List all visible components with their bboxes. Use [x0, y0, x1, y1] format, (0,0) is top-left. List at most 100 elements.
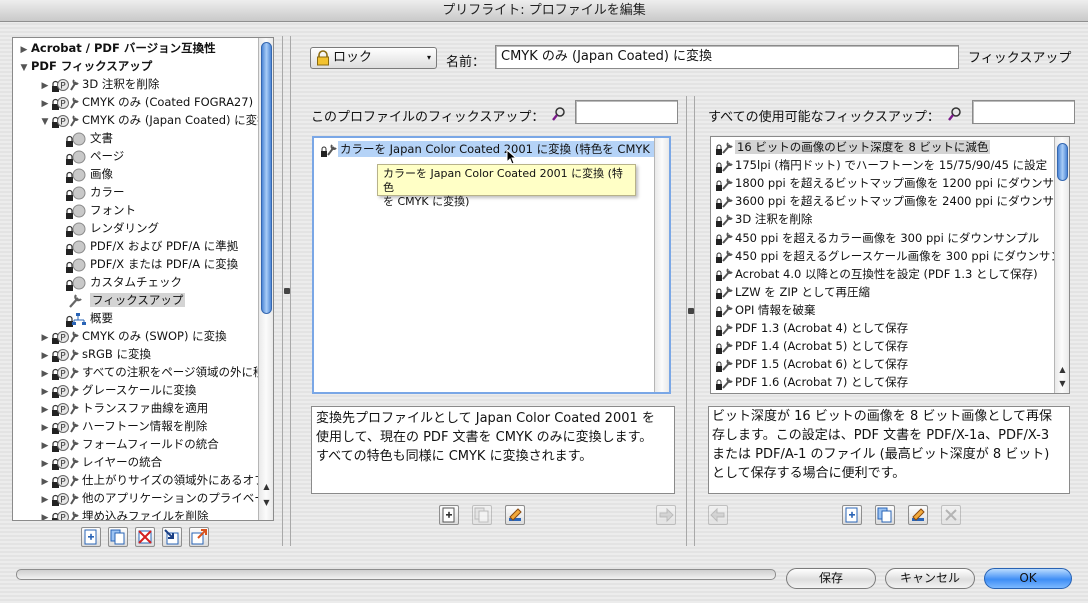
tree-item[interactable]: ページ: [64, 147, 124, 165]
profile-fixup-item[interactable]: カラーを Japan Color Coated 2001 に変換 (特色を CM…: [320, 140, 668, 158]
export-profile-button[interactable]: [189, 527, 209, 547]
tree-item[interactable]: ▶ P 3D 注釈を削除: [40, 75, 159, 93]
disclosure-triangle-icon[interactable]: ▼: [40, 113, 50, 131]
available-fixup-item[interactable]: PDF 1.5 (Acrobat 6) として保存: [715, 355, 908, 373]
move-right-button[interactable]: [656, 505, 676, 525]
move-left-button[interactable]: [708, 505, 728, 525]
section-title: フィックスアップ: [968, 51, 1072, 66]
locked-wrench-icon: [715, 339, 735, 355]
svg-text:P: P: [60, 477, 66, 487]
available-fixup-item[interactable]: 1800 ppi を超えるビットマップ画像を 1200 ppi にダウンサン: [715, 174, 1066, 192]
tree-item[interactable]: ▶ P 埋め込みファイルを削除: [40, 507, 209, 521]
add-fixup-button[interactable]: [439, 505, 459, 525]
available-fixup-label: PDF 1.5 (Acrobat 6) として保存: [735, 357, 909, 372]
available-fixup-item[interactable]: 3D 注釈を削除: [715, 210, 812, 228]
tree-item[interactable]: 文書: [64, 129, 113, 147]
scroll-down-arrow-icon[interactable]: ▼: [1055, 377, 1069, 390]
disclosure-triangle-icon[interactable]: ▼: [19, 59, 29, 77]
available-fixup-item[interactable]: PDF 1.3 (Acrobat 4) として保存: [715, 319, 908, 337]
left-divider: [282, 36, 283, 546]
tree-item[interactable]: ▶ P フォームフィールドの統合: [40, 435, 219, 453]
profile-name-field[interactable]: CMYK のみ (Japan Coated) に変換: [495, 45, 959, 69]
tree-item[interactable]: ▼ P CMYK のみ (Japan Coated) に変換: [40, 111, 269, 129]
tree-item[interactable]: フィックスアップ: [64, 291, 186, 309]
tree-item[interactable]: カスタムチェック: [64, 273, 182, 291]
available-fixup-item[interactable]: 450 ppi を超えるカラー画像を 300 ppi にダウンサンプル: [715, 229, 1039, 247]
new-icon: [442, 507, 455, 523]
available-fixup-item[interactable]: 3600 ppi を超えるビットマップ画像を 2400 ppi にダウンサン: [715, 192, 1066, 210]
fixup-tooltip: カラーを Japan Color Coated 2001 に変換 (特色 を C…: [377, 164, 636, 208]
delete-available-fixup-button[interactable]: [941, 505, 961, 525]
new-fixup-button[interactable]: [842, 505, 862, 525]
delete-profile-button[interactable]: [135, 527, 155, 547]
tree-item[interactable]: ▶ P 仕上がりサイズの領域外にあるオブ: [40, 471, 266, 489]
available-scroll-thumb[interactable]: [1057, 143, 1068, 181]
available-description-line: ビット深度が 16 ビットの画像を 8 ビット画像として再保: [712, 409, 1052, 424]
available-fixups-list[interactable]: 16 ビットの画像のビット深度を 8 ビットに減色 175lpi (楕円ドット) …: [710, 136, 1070, 394]
duplicate-available-fixup-button[interactable]: [875, 505, 895, 525]
tree-item[interactable]: ▼ PDF フィックスアップ: [19, 57, 153, 77]
tree-item[interactable]: PDF/X または PDF/A に変換: [64, 255, 238, 273]
lock-icon: [317, 50, 329, 66]
tree-item[interactable]: ▶ P CMYK のみ (Coated FOGRA27): [40, 93, 253, 111]
available-fixup-item[interactable]: OPI 情報を破棄: [715, 301, 816, 319]
tree-item[interactable]: レンダリング: [64, 219, 159, 237]
edit-available-fixup-button[interactable]: [908, 505, 928, 525]
tree-scrollbar[interactable]: ▲ ▼: [258, 38, 273, 520]
available-description-lines: ビット深度が 16 ビットの画像を 8 ビット画像として再保 存します。この設定は…: [712, 407, 1066, 483]
available-fixup-item[interactable]: LZW を ZIP として再圧縮: [715, 283, 870, 301]
delete-icon: [138, 530, 152, 544]
tree-item[interactable]: 画像: [64, 165, 113, 183]
svg-text:P: P: [60, 369, 66, 379]
available-list-scrollbar[interactable]: ▲ ▼: [1054, 137, 1069, 393]
available-fixups-search-input[interactable]: [972, 100, 1075, 124]
search-icon: [552, 107, 565, 121]
tree-item[interactable]: ▶ Acrobat / PDF バージョン互換性: [19, 39, 216, 57]
profile-fixups-search-input[interactable]: [575, 100, 678, 124]
mid-splitter-handle[interactable]: [688, 308, 694, 314]
profile-list-scrollbar[interactable]: [654, 138, 669, 392]
tree-item[interactable]: ▶ P ハーフトーン情報を削除: [40, 417, 207, 435]
locked-fixup-icon: P: [50, 509, 80, 520]
lock-popup[interactable]: ロック ▾: [310, 47, 437, 69]
available-fixup-item[interactable]: 450 ppi を超えるグレースケール画像を 300 ppi にダウンサン: [715, 247, 1062, 265]
available-fixup-item[interactable]: Acrobat 4.0 以降との互換性を設定 (PDF 1.3 として保存): [715, 265, 1038, 283]
cancel-button[interactable]: キャンセル: [885, 568, 975, 589]
tree-item[interactable]: フォント: [64, 201, 136, 219]
scroll-up-arrow-icon[interactable]: ▲: [1055, 363, 1069, 376]
tree-item-label: 埋め込みファイルを削除: [82, 509, 209, 521]
arrow-left-icon: [710, 507, 725, 523]
tree-item[interactable]: ▶ P すべての注釈をページ領域の外に移: [40, 363, 265, 381]
locked-fixup-icon: P: [50, 329, 80, 345]
duplicate-profile-button[interactable]: [108, 527, 128, 547]
edit-fixup-button[interactable]: [505, 505, 525, 525]
left-splitter-handle[interactable]: [284, 288, 290, 294]
available-fixup-item[interactable]: PDF 1.4 (Acrobat 5) として保存: [715, 337, 908, 355]
tree-item[interactable]: カラー: [64, 183, 125, 201]
tree-scroll-thumb[interactable]: [261, 42, 272, 314]
profile-fixup-label: カラーを Japan Color Coated 2001 に変換 (特色を CM…: [338, 141, 668, 157]
ok-button[interactable]: OK: [984, 568, 1072, 589]
duplicate-fixup-button[interactable]: [472, 505, 492, 525]
tree-item[interactable]: ▶ P トランスファ曲線を適用: [40, 399, 208, 417]
scroll-down-arrow-icon[interactable]: ▼: [259, 496, 273, 509]
popup-arrow-icon: ▾: [426, 53, 431, 62]
save-button[interactable]: 保存: [786, 568, 876, 589]
available-fixup-item[interactable]: 175lpi (楕円ドット) でハーフトーンを 15/75/90/45 に設定: [715, 156, 1047, 174]
import-profile-button[interactable]: [162, 527, 182, 547]
tree-item[interactable]: ▶ P レイヤーの統合: [40, 453, 162, 471]
available-fixup-item[interactable]: PDF 1.6 (Acrobat 7) として保存: [715, 373, 908, 391]
tree-item[interactable]: PDF/X および PDF/A に準拠: [64, 237, 238, 255]
new-profile-button[interactable]: [81, 527, 101, 547]
profile-tree[interactable]: ▶ Acrobat / PDF バージョン互換性 ▼ PDF フィックスアップ ▶ P 3D…: [12, 37, 274, 521]
available-fixup-label: OPI 情報を破棄: [735, 302, 816, 317]
tree-item[interactable]: ▶ P グレースケールに変換: [40, 381, 196, 399]
scroll-up-arrow-icon[interactable]: ▲: [259, 480, 273, 493]
locked-category-icon: [64, 239, 88, 255]
disclosure-triangle-icon[interactable]: ▶: [40, 509, 50, 520]
tree-item[interactable]: ▶ PsRGB に変換: [40, 345, 151, 363]
tree-item[interactable]: ▶ P CMYK のみ (SWOP) に変換: [40, 327, 227, 345]
tree-item[interactable]: ▶ P 他のアプリケーションのプライベー: [40, 489, 266, 507]
tree-item[interactable]: 概要: [64, 309, 113, 327]
available-fixup-item[interactable]: 16 ビットの画像のビット深度を 8 ビットに減色: [715, 138, 991, 156]
